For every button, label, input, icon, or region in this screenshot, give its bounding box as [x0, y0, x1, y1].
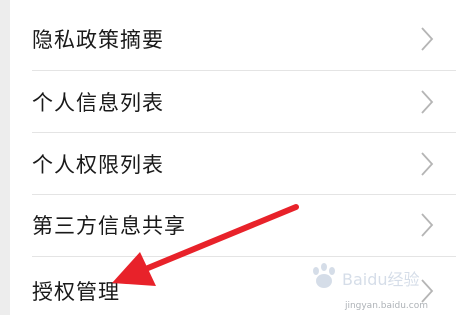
list-item-label: 第三方信息共享: [32, 214, 186, 238]
chevron-right-icon: [421, 90, 434, 114]
watermark-logo-text: Baidu经验: [342, 270, 420, 289]
list-item-third-party-sharing[interactable]: 第三方信息共享: [10, 194, 456, 256]
chevron-right-icon: [421, 152, 434, 176]
list-item-personal-permissions-list[interactable]: 个人权限列表: [10, 133, 456, 195]
chevron-right-icon: [421, 213, 434, 237]
list-item-label: 个人权限列表: [32, 153, 164, 177]
settings-page: 隐私政策摘要 个人信息列表 个人权限列表 第三方信息共享 授权管理 Baidu经…: [0, 0, 456, 315]
chevron-right-icon: [421, 27, 434, 51]
list-item-label: 授权管理: [32, 280, 120, 304]
list-item-privacy-policy-summary[interactable]: 隐私政策摘要: [10, 8, 456, 70]
watermark-url: jingyan.baidu.com: [344, 301, 428, 311]
baidu-watermark-logo: Baidu经验: [313, 263, 420, 289]
list-item-personal-info-list[interactable]: 个人信息列表: [10, 71, 456, 133]
list-item-label: 隐私政策摘要: [32, 28, 164, 52]
list-item-label: 个人信息列表: [32, 91, 164, 115]
settings-list: 隐私政策摘要 个人信息列表 个人权限列表 第三方信息共享 授权管理 Baidu经…: [10, 0, 456, 315]
divider: [32, 256, 456, 257]
